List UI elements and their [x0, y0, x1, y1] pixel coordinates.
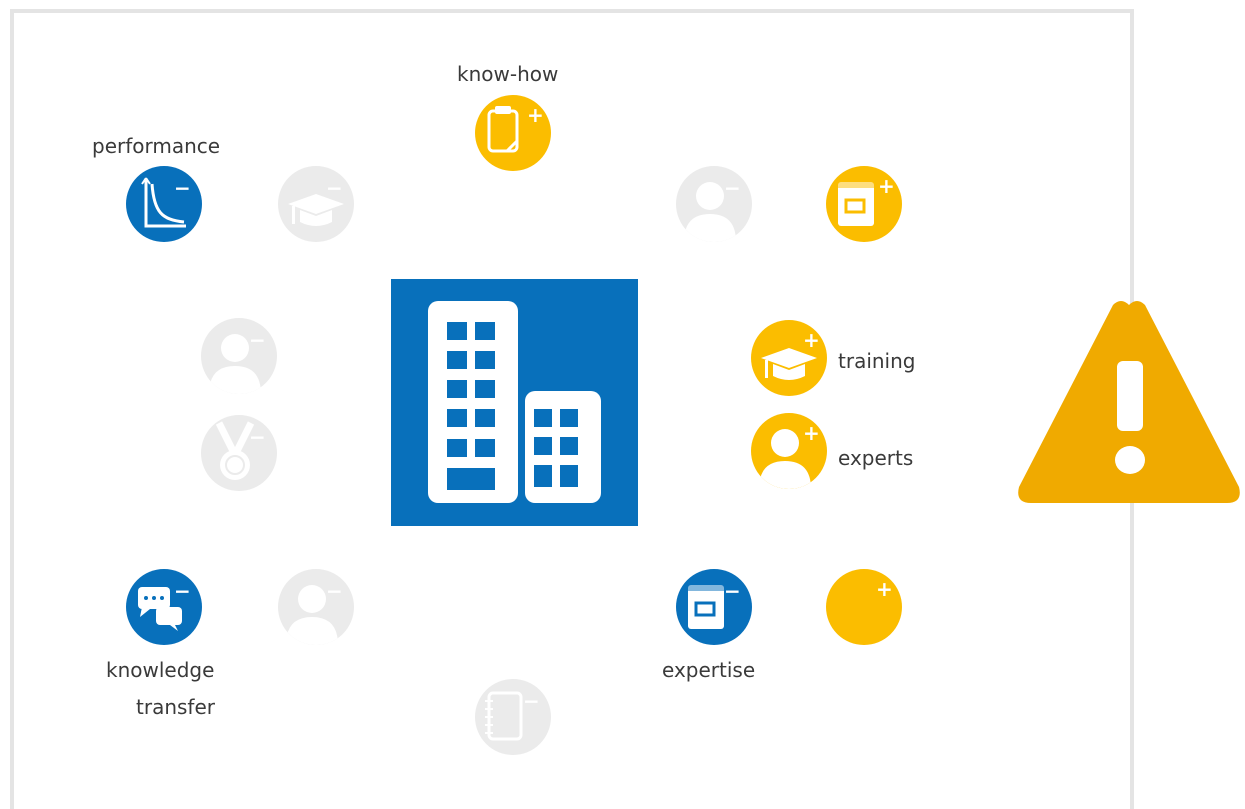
training-node: +	[751, 320, 827, 396]
label-transfer: transfer	[136, 695, 215, 719]
inactive-person-node: −	[201, 318, 277, 394]
knowledge-transfer-node: −	[126, 569, 202, 645]
label-expertise: expertise	[662, 658, 756, 682]
inactive-person-node: −	[278, 569, 354, 645]
plus-sign: +	[527, 103, 544, 127]
warning-icon	[1018, 301, 1240, 503]
company-building-box	[391, 279, 638, 526]
plus-sign: +	[876, 577, 893, 601]
label-performance: performance	[92, 134, 221, 158]
know-how-node: +	[475, 95, 551, 171]
minus-sign: −	[174, 176, 191, 200]
label-training: training	[838, 349, 916, 373]
expertise-node: −	[676, 569, 752, 645]
minus-sign: −	[724, 579, 741, 603]
inactive-training-node: −	[278, 166, 354, 242]
office-buildings-icon	[428, 301, 601, 503]
inactive-notebook-node: −	[475, 679, 551, 755]
inactive-medal-node: −	[201, 415, 277, 491]
minus-sign: −	[174, 579, 191, 603]
inactive-experts-node: −	[676, 166, 752, 242]
minus-sign: −	[326, 579, 343, 603]
label-know-how: know-how	[457, 62, 559, 86]
label-experts: experts	[838, 446, 914, 470]
minus-sign: −	[326, 176, 343, 200]
plus-sign: +	[803, 421, 820, 445]
plus-sign: +	[878, 174, 895, 198]
minus-sign: −	[523, 689, 540, 713]
experts-node: +	[751, 413, 827, 489]
minus-sign: −	[249, 425, 266, 449]
performance-node: −	[126, 166, 202, 242]
label-knowledge: knowledge	[106, 658, 215, 682]
empty-plus-node: +	[826, 569, 902, 645]
minus-sign: −	[249, 328, 266, 352]
minus-sign: −	[724, 176, 741, 200]
plus-sign: +	[803, 328, 820, 352]
expertise-plus-node: +	[826, 166, 902, 242]
